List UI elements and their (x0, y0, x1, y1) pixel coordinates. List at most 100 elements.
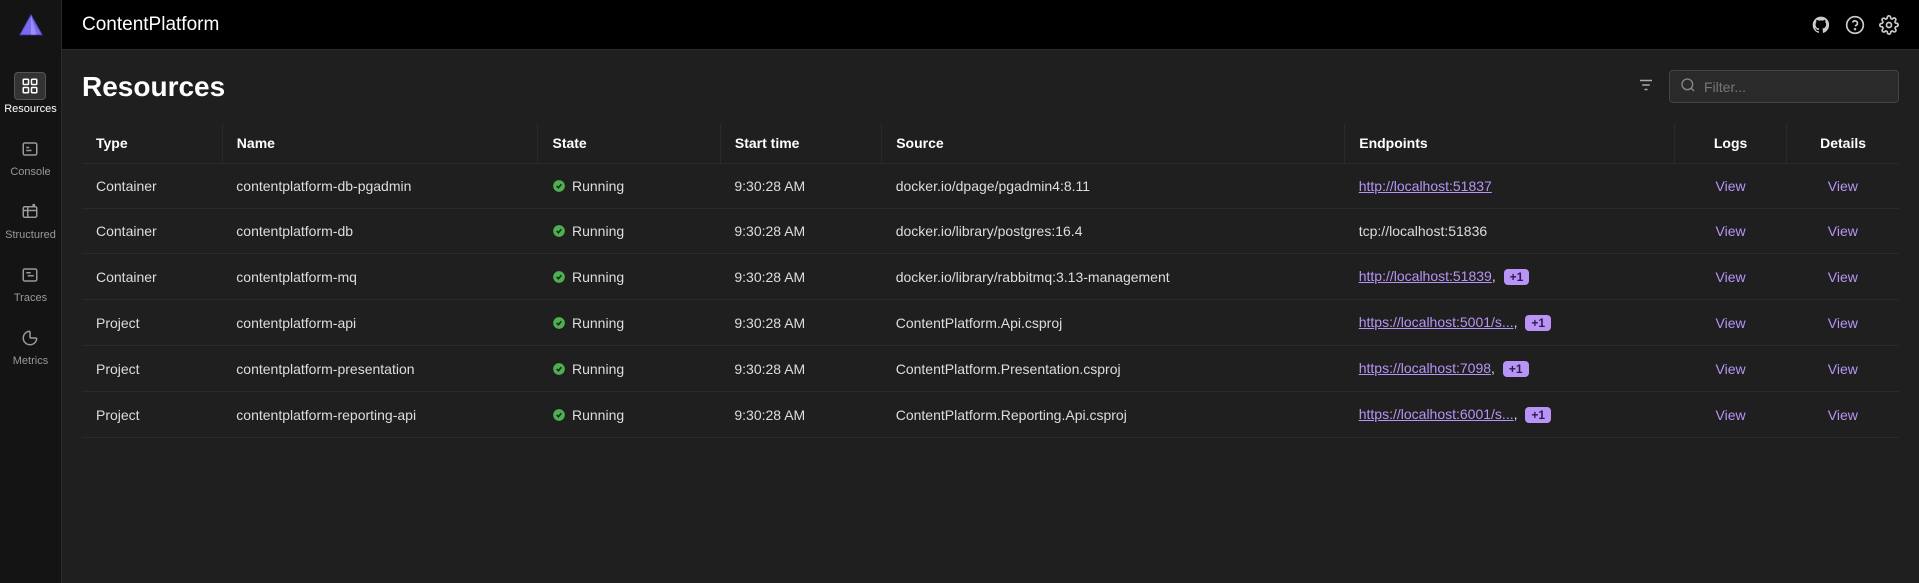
state-text: Running (572, 315, 624, 331)
logs-view-link[interactable]: View (1716, 407, 1746, 423)
col-header-start[interactable]: Start time (720, 123, 881, 164)
cell-endpoints: tcp://localhost:51836 (1345, 209, 1675, 254)
endpoint-extra-badge[interactable]: +1 (1525, 407, 1551, 423)
cell-source: ContentPlatform.Api.csproj (882, 300, 1345, 346)
cell-state: Running (538, 209, 720, 254)
cell-type: Container (82, 164, 222, 209)
app-logo[interactable] (15, 10, 47, 42)
cell-source: docker.io/dpage/pgadmin4:8.11 (882, 164, 1345, 209)
nav-item-metrics[interactable]: Metrics (4, 314, 57, 377)
traces-icon (14, 261, 46, 289)
state-text: Running (572, 223, 624, 239)
cell-state: Running (538, 164, 720, 209)
cell-type: Container (82, 209, 222, 254)
settings-icon[interactable] (1879, 15, 1899, 35)
details-view-link[interactable]: View (1828, 361, 1858, 377)
cell-endpoints: https://localhost:6001/s..., +1 (1345, 392, 1675, 438)
endpoint-separator: , (1514, 314, 1518, 330)
endpoint-link[interactable]: https://localhost:7098 (1359, 360, 1491, 376)
cell-name: contentplatform-api (222, 300, 538, 346)
search-input[interactable] (1704, 79, 1888, 95)
table-row[interactable]: Container contentplatform-db Running 9:3… (82, 209, 1899, 254)
github-icon[interactable] (1811, 15, 1831, 35)
state-text: Running (572, 407, 624, 423)
cell-name: contentplatform-db (222, 209, 538, 254)
endpoint-extra-badge[interactable]: +1 (1503, 361, 1529, 377)
grid-icon (14, 72, 46, 100)
cell-start-time: 9:30:28 AM (720, 164, 881, 209)
nav-item-console[interactable]: Console (4, 125, 57, 188)
state-text: Running (572, 361, 624, 377)
running-status-icon (552, 408, 566, 422)
logs-view-link[interactable]: View (1716, 315, 1746, 331)
endpoint-link[interactable]: https://localhost:5001/s... (1359, 314, 1514, 330)
endpoint-link[interactable]: http://localhost:51839 (1359, 268, 1492, 284)
table-row[interactable]: Container contentplatform-mq Running 9:3… (82, 254, 1899, 300)
sidebar: Resources Console Structured Traces Metr… (0, 0, 62, 583)
cell-state: Running (538, 346, 720, 392)
running-status-icon (552, 270, 566, 284)
cell-endpoints: http://localhost:51839, +1 (1345, 254, 1675, 300)
page-title: Resources (82, 71, 225, 103)
cell-start-time: 9:30:28 AM (720, 300, 881, 346)
cell-type: Project (82, 392, 222, 438)
structured-icon (14, 198, 46, 226)
col-header-details[interactable]: Details (1787, 123, 1899, 164)
details-view-link[interactable]: View (1828, 269, 1858, 285)
cell-name: contentplatform-mq (222, 254, 538, 300)
logs-view-link[interactable]: View (1716, 223, 1746, 239)
details-view-link[interactable]: View (1828, 407, 1858, 423)
cell-state: Running (538, 300, 720, 346)
details-view-link[interactable]: View (1828, 315, 1858, 331)
cell-source: docker.io/library/rabbitmq:3.13-manageme… (882, 254, 1345, 300)
search-box[interactable] (1669, 70, 1899, 103)
cell-name: contentplatform-presentation (222, 346, 538, 392)
cell-source: docker.io/library/postgres:16.4 (882, 209, 1345, 254)
table-row[interactable]: Container contentplatform-db-pgadmin Run… (82, 164, 1899, 209)
running-status-icon (552, 179, 566, 193)
cell-start-time: 9:30:28 AM (720, 392, 881, 438)
nav-label: Resources (4, 103, 57, 115)
endpoint-separator: , (1491, 360, 1495, 376)
app-title: ContentPlatform (82, 14, 219, 36)
nav-item-structured[interactable]: Structured (4, 188, 57, 251)
logs-view-link[interactable]: View (1716, 361, 1746, 377)
cell-start-time: 9:30:28 AM (720, 254, 881, 300)
logs-view-link[interactable]: View (1716, 178, 1746, 194)
col-header-type[interactable]: Type (82, 123, 222, 164)
endpoint-link[interactable]: http://localhost:51837 (1359, 178, 1492, 194)
state-text: Running (572, 178, 624, 194)
running-status-icon (552, 224, 566, 238)
cell-start-time: 9:30:28 AM (720, 346, 881, 392)
col-header-logs[interactable]: Logs (1674, 123, 1786, 164)
cell-type: Project (82, 300, 222, 346)
details-view-link[interactable]: View (1828, 223, 1858, 239)
state-text: Running (572, 269, 624, 285)
nav-item-resources[interactable]: Resources (4, 62, 57, 125)
table-row[interactable]: Project contentplatform-reporting-api Ru… (82, 392, 1899, 438)
table-row[interactable]: Project contentplatform-api Running 9:30… (82, 300, 1899, 346)
endpoint-text: tcp://localhost:51836 (1359, 223, 1487, 239)
cell-state: Running (538, 392, 720, 438)
endpoint-link[interactable]: https://localhost:6001/s... (1359, 406, 1514, 422)
details-view-link[interactable]: View (1828, 178, 1858, 194)
search-icon (1680, 77, 1696, 96)
nav-item-traces[interactable]: Traces (4, 251, 57, 314)
endpoint-extra-badge[interactable]: +1 (1504, 269, 1530, 285)
col-header-source[interactable]: Source (882, 123, 1345, 164)
filter-icon[interactable] (1637, 76, 1655, 97)
col-header-state[interactable]: State (538, 123, 720, 164)
endpoint-separator: , (1514, 406, 1518, 422)
nav-label: Traces (14, 292, 47, 304)
cell-source: ContentPlatform.Reporting.Api.csproj (882, 392, 1345, 438)
col-header-endpoints[interactable]: Endpoints (1345, 123, 1675, 164)
help-icon[interactable] (1845, 15, 1865, 35)
table-row[interactable]: Project contentplatform-presentation Run… (82, 346, 1899, 392)
endpoint-extra-badge[interactable]: +1 (1525, 315, 1551, 331)
cell-source: ContentPlatform.Presentation.csproj (882, 346, 1345, 392)
col-header-name[interactable]: Name (222, 123, 538, 164)
logs-view-link[interactable]: View (1716, 269, 1746, 285)
metrics-icon (14, 324, 46, 352)
nav-label: Metrics (13, 355, 48, 367)
nav-label: Structured (5, 229, 56, 241)
